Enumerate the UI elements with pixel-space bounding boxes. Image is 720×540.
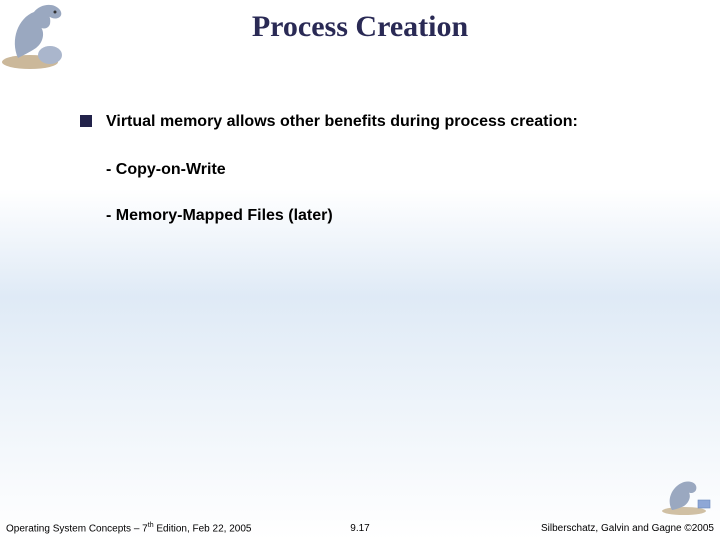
sub-bullet-2: - Memory-Mapped Files (later) [106,207,660,225]
footer-right: Silberschatz, Galvin and Gagne ©2005 [541,523,714,534]
footer: Operating System Concepts – 7th Edition,… [0,516,720,534]
sub-bullet-1: - Copy-on-Write [106,161,660,179]
content-area: Virtual memory allows other benefits dur… [80,112,660,253]
slide: Process Creation Virtual memory allows o… [0,0,720,540]
square-bullet-icon [80,115,92,127]
bullet-main-text: Virtual memory allows other benefits dur… [106,112,578,133]
dinosaur-logo-bottom-right [660,476,714,516]
slide-title: Process Creation [0,10,720,44]
bullet-row: Virtual memory allows other benefits dur… [80,112,660,133]
